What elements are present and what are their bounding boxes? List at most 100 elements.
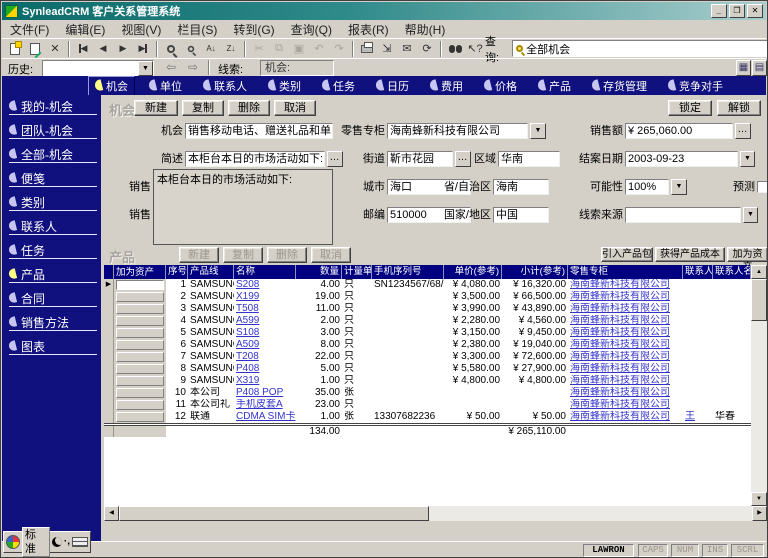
minimize-icon[interactable]: _ [711, 4, 727, 18]
forward-icon[interactable]: ⇨ [184, 60, 202, 76]
sidebar-item-all-opportunities[interactable]: 全部-机会 [9, 147, 97, 163]
asset-checkbox[interactable] [116, 412, 164, 422]
tab-inventory[interactable]: 存货管理 [585, 76, 654, 96]
col-header-price[interactable]: 单价(参考) [444, 265, 502, 279]
opp-cancel-button[interactable]: 取消 [274, 100, 316, 116]
paste-icon[interactable]: ▣ [289, 40, 309, 58]
first-record-icon[interactable]: ◀ [73, 40, 93, 58]
lead-source-input[interactable] [625, 207, 741, 223]
name-link[interactable]: T208 [236, 351, 259, 362]
sidebar-item-products[interactable]: 产品 [9, 267, 97, 283]
add-as-asset-cell[interactable] [114, 375, 166, 387]
product-new-button[interactable]: 新建 [179, 247, 219, 263]
counter-link[interactable]: 海南蜂新科技有限公司 [570, 303, 670, 314]
tab-task[interactable]: 任务 [315, 76, 362, 96]
ime-logo-icon[interactable] [6, 535, 20, 549]
last-record-icon[interactable]: ▶ [133, 40, 153, 58]
form-view-icon[interactable]: ▤ [752, 60, 767, 76]
restore-icon[interactable]: ❐ [729, 4, 745, 18]
tab-opportunity[interactable]: 机会 [88, 76, 135, 96]
sidebar-item-sales-methods[interactable]: 销售方法 [9, 315, 97, 331]
col-header-asset[interactable]: 加为资产 [114, 265, 166, 279]
context-help-icon[interactable]: ↖? [465, 40, 485, 58]
sidebar-item-contacts[interactable]: 联系人 [9, 219, 97, 235]
street-input[interactable]: 靳市花园 [387, 151, 453, 167]
opp-copy-button[interactable]: 复制 [182, 100, 224, 116]
menu-item-edit[interactable]: 编辑(E) [57, 20, 113, 39]
redo-icon[interactable]: ↷ [329, 40, 349, 58]
asset-checkbox[interactable] [116, 316, 164, 326]
send-icon[interactable]: ✉ [397, 40, 417, 58]
sales-amount-input[interactable]: ¥ 265,060.00 [625, 123, 733, 139]
menu-item-view[interactable]: 视图(V) [113, 20, 169, 39]
table-horizontal-scrollbar[interactable]: ◀ ▶ [104, 506, 767, 521]
asset-checkbox[interactable] [116, 376, 164, 386]
sidebar-item-my-opportunities[interactable]: 我的-机会 [9, 99, 97, 115]
unlock-button[interactable]: 解锁 [717, 100, 761, 116]
history-dropdown-icon[interactable]: ▼ [138, 61, 153, 76]
add-as-asset-cell[interactable] [114, 387, 166, 399]
lead-source-dropdown-icon[interactable]: ▼ [743, 207, 758, 223]
counter-link[interactable]: 海南蜂新科技有限公司 [570, 315, 670, 326]
opportunity-input[interactable]: 销售移动电话、赠送礼品和单张 [185, 123, 333, 139]
retail-counter-dropdown-icon[interactable]: ▼ [530, 123, 546, 139]
scroll-up-icon[interactable]: ▲ [751, 265, 767, 279]
history-combobox[interactable]: ▼ [42, 60, 154, 77]
brief-ellipsis-button[interactable]: … [327, 151, 343, 167]
undo-icon[interactable]: ↶ [309, 40, 329, 58]
asset-checkbox[interactable] [116, 280, 164, 290]
menu-item-goto[interactable]: 转到(G) [225, 20, 282, 39]
vertical-scroll-thumb[interactable] [751, 279, 767, 321]
get-product-cost-button[interactable]: 获得产品成本 [655, 247, 725, 262]
asset-checkbox[interactable] [116, 364, 164, 374]
find-icon[interactable] [445, 40, 465, 58]
product-cancel-button[interactable]: 取消 [311, 247, 351, 263]
tab-category[interactable]: 类别 [261, 76, 308, 96]
sidebar-item-notes[interactable]: 便笺 [9, 171, 97, 187]
add-as-asset-cell[interactable] [114, 411, 166, 423]
opp-new-button[interactable]: 新建 [134, 100, 178, 116]
grid-view-icon[interactable]: ▦ [736, 60, 751, 76]
asset-checkbox[interactable] [116, 400, 164, 410]
sales-amount-ellipsis-button[interactable]: … [735, 123, 751, 139]
previous-record-icon[interactable]: ◀ [93, 40, 113, 58]
brief-memo-popup[interactable]: 本柜台本日的市场活动如下: [153, 169, 333, 245]
add-as-asset-cell[interactable] [114, 303, 166, 315]
query-combobox[interactable]: 全部机会 ▼ [512, 40, 768, 57]
counter-link[interactable]: 海南蜂新科技有限公司 [570, 411, 670, 422]
name-link[interactable]: S208 [236, 279, 259, 290]
tab-calendar[interactable]: 日历 [369, 76, 416, 96]
horizontal-scroll-thumb[interactable] [119, 506, 429, 521]
new-record-icon[interactable] [5, 40, 25, 58]
tab-expense[interactable]: 费用 [423, 76, 470, 96]
name-link[interactable]: S108 [236, 327, 259, 338]
name-link[interactable]: X199 [236, 291, 259, 302]
tab-contact[interactable]: 联系人 [196, 76, 254, 96]
add-as-asset-cell[interactable] [114, 279, 166, 291]
name-link[interactable]: P408 [236, 363, 259, 374]
asset-checkbox[interactable] [116, 304, 164, 314]
col-header-counter[interactable]: 零售专柜 [568, 265, 683, 279]
add-as-asset-cell[interactable] [114, 315, 166, 327]
menu-item-query[interactable]: 查询(Q) [283, 20, 340, 39]
col-header-line[interactable]: 产品线 [188, 265, 234, 279]
menu-item-report[interactable]: 报表(R) [340, 20, 397, 39]
add-as-asset-cell[interactable] [114, 327, 166, 339]
asset-checkbox[interactable] [116, 340, 164, 350]
tab-company[interactable]: 单位 [142, 76, 189, 96]
product-delete-button[interactable]: 删除 [267, 247, 307, 263]
sort-ascending-icon[interactable]: A↓ [201, 40, 221, 58]
col-header-qty[interactable]: 数量 [296, 265, 342, 279]
lock-button[interactable]: 锁定 [668, 100, 712, 116]
ime-punctuation-icon[interactable]: ·, [64, 537, 70, 547]
close-date-input[interactable]: 2003-09-23 [625, 151, 738, 167]
add-as-asset-cell[interactable] [114, 363, 166, 375]
add-as-asset-cell[interactable] [114, 399, 166, 411]
probability-dropdown-icon[interactable]: ▼ [671, 179, 687, 195]
sidebar-item-categories[interactable]: 类别 [9, 195, 97, 211]
search-icon[interactable] [161, 40, 181, 58]
brief-input[interactable]: 本柜台本日的市场活动如下: [185, 151, 325, 167]
forecast-checkbox[interactable] [757, 181, 768, 193]
delete-record-icon[interactable]: ✕ [45, 40, 65, 58]
col-header-subtotal[interactable]: 小计(参考) [502, 265, 568, 279]
